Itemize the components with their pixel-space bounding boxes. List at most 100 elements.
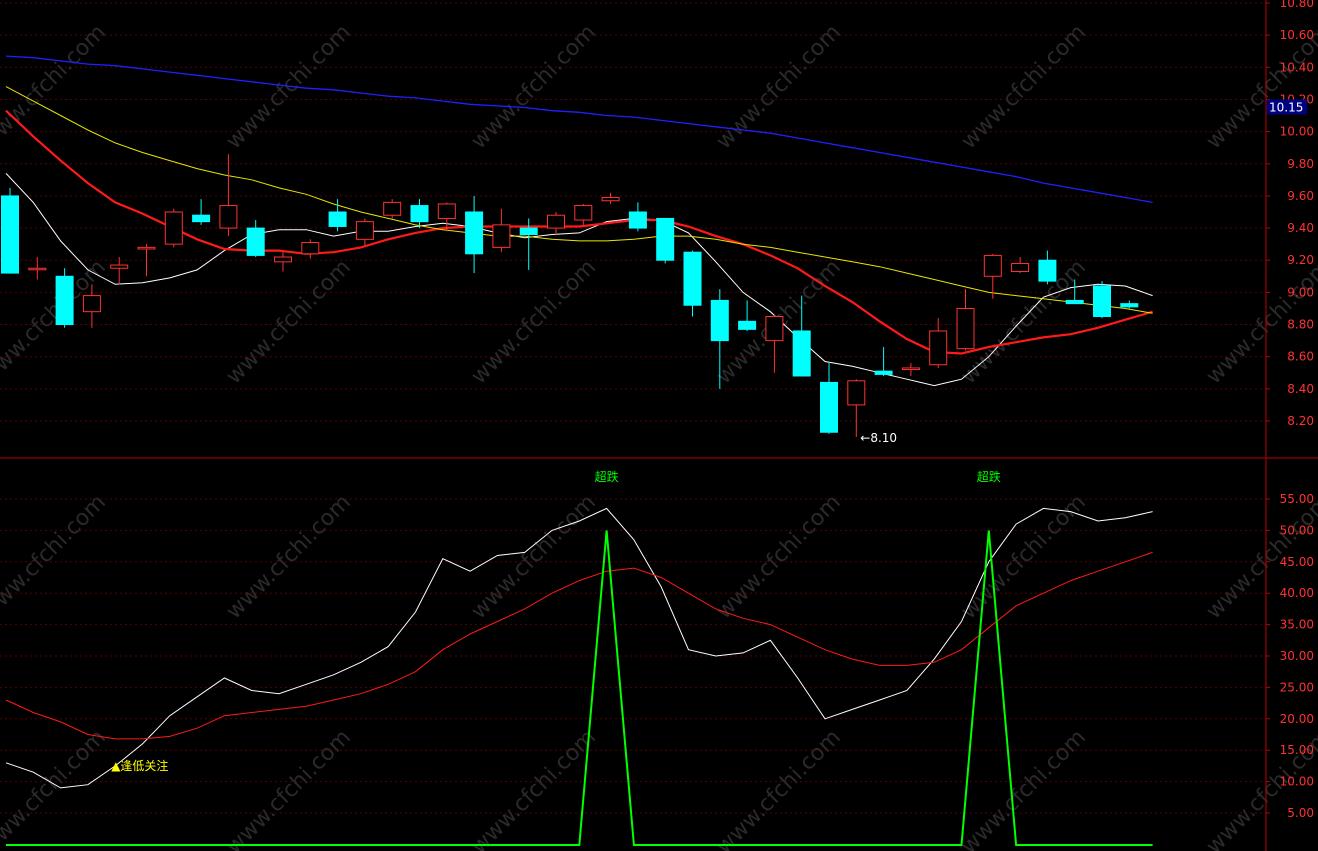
- candle-body: [110, 264, 129, 269]
- candle: [164, 208, 183, 248]
- price-tick-label: 9.80: [1287, 157, 1314, 171]
- candle-body: [164, 211, 183, 245]
- oversold-annotation: 超跌: [595, 469, 619, 484]
- candle-body: [137, 246, 156, 250]
- candle-body: [628, 211, 647, 229]
- watermark-text: www.cfchi.com: [957, 725, 1091, 851]
- candle: [656, 217, 675, 264]
- price-tick-label: 8.60: [1287, 350, 1314, 364]
- candle-body: [246, 227, 265, 256]
- price-axis: 10.8010.6010.4010.2010.009.809.609.409.2…: [1266, 0, 1314, 820]
- candle: [355, 218, 374, 246]
- candle: [55, 268, 74, 328]
- watermark-text: www.cfchi.com: [0, 255, 111, 389]
- candle-body: [574, 205, 593, 221]
- price-tick-label: 9.00: [1287, 285, 1314, 299]
- candle: [328, 199, 347, 232]
- candle-body: [301, 242, 320, 255]
- candle-body: [519, 227, 538, 236]
- watermark-text: www.cfchi.com: [0, 20, 111, 154]
- candle-body: [492, 224, 511, 248]
- indicator-tick-label: 15.00: [1280, 743, 1314, 757]
- watermark-text: www.cfchi.com: [467, 20, 601, 154]
- candle-body: [547, 214, 565, 229]
- grid-layer: [0, 0, 1318, 851]
- candle-body: [820, 381, 838, 433]
- stock-chart: www.cfchi.com www.cfchi.com www.cfchi.com w…: [0, 0, 1318, 851]
- watermark-layer: www.cfchi.com www.cfchi.com www.cfchi.com w…: [0, 20, 1318, 851]
- watermark-text: www.cfchi.com: [222, 725, 356, 851]
- candle: [465, 195, 484, 274]
- watermark-text: www.cfchi.com: [0, 490, 111, 624]
- candle: [110, 257, 129, 285]
- candle: [929, 318, 948, 368]
- candle: [383, 199, 402, 219]
- watermark-text: www.cfchi.com: [467, 255, 601, 389]
- watermark-text: www.cfchi.com: [222, 255, 356, 389]
- price-tick-label: 10.60: [1280, 28, 1314, 42]
- candle: [847, 379, 866, 438]
- indicator-tick-label: 20.00: [1280, 712, 1314, 726]
- indicator-tick-label: 10.00: [1280, 775, 1314, 789]
- candle: [274, 252, 292, 272]
- price-tick-label: 8.40: [1287, 382, 1314, 396]
- indicator-tick-label: 25.00: [1280, 680, 1314, 694]
- candle: [192, 199, 211, 225]
- candle-body: [1038, 259, 1057, 282]
- candle: [1093, 281, 1111, 319]
- candle-body: [847, 380, 866, 406]
- buy-signal-annotation: ▲逢低关注: [111, 758, 168, 773]
- candle: [410, 199, 429, 229]
- candle: [901, 363, 920, 376]
- candle: [738, 300, 757, 331]
- candle-body: [1065, 299, 1084, 305]
- candle-body: [192, 214, 211, 223]
- indicator-tick-label: 40.00: [1280, 586, 1314, 600]
- candle-body: [328, 211, 347, 227]
- low-price-marker: ←8.10: [860, 431, 897, 445]
- candle-body: [1093, 285, 1111, 318]
- candle: [1038, 250, 1057, 285]
- candle-body: [874, 370, 893, 375]
- indicator-tick-label: 35.00: [1280, 618, 1314, 632]
- watermark-text: www.cfchi.com: [712, 490, 846, 624]
- watermark-text: www.cfchi.com: [957, 255, 1091, 389]
- candle-body: [465, 211, 484, 255]
- watermark-text: www.cfchi.com: [0, 725, 111, 851]
- candle: [601, 192, 620, 204]
- candle-body: [82, 295, 101, 313]
- price-tick-label: 9.20: [1287, 253, 1314, 267]
- candle-body: [28, 267, 47, 271]
- indicator-tick-label: 45.00: [1280, 555, 1314, 569]
- indicator-tick-label: 50.00: [1280, 523, 1314, 537]
- candle-body: [1120, 303, 1139, 308]
- candle-body: [1011, 262, 1030, 272]
- candle-body: [437, 203, 456, 219]
- candle: [1011, 257, 1030, 274]
- candle: [246, 220, 265, 258]
- watermark-text: www.cfchi.com: [712, 725, 846, 851]
- candle-body: [710, 299, 729, 342]
- watermark-text: www.cfchi.com: [957, 20, 1091, 154]
- candle-body: [219, 205, 238, 229]
- candle-body: [792, 330, 811, 377]
- candle: [628, 202, 647, 232]
- candle: [574, 203, 593, 225]
- candle-body: [901, 367, 920, 371]
- candle: [301, 239, 320, 259]
- candle-body: [1, 195, 19, 274]
- indicator-tick-label: 30.00: [1280, 649, 1314, 663]
- candle-body: [738, 320, 757, 330]
- price-tick-label: 8.80: [1287, 318, 1314, 332]
- candle-body: [956, 307, 975, 350]
- watermark-text: www.cfchi.com: [222, 20, 356, 154]
- candle-body: [274, 256, 292, 263]
- candle-body: [656, 217, 675, 261]
- candle-body: [55, 275, 74, 326]
- candle: [956, 289, 975, 351]
- price-tick-label: 8.20: [1287, 414, 1314, 428]
- candle: [820, 363, 838, 434]
- candle: [1, 187, 19, 274]
- indicator-tick-label: 55.00: [1280, 492, 1314, 506]
- candle: [219, 154, 238, 237]
